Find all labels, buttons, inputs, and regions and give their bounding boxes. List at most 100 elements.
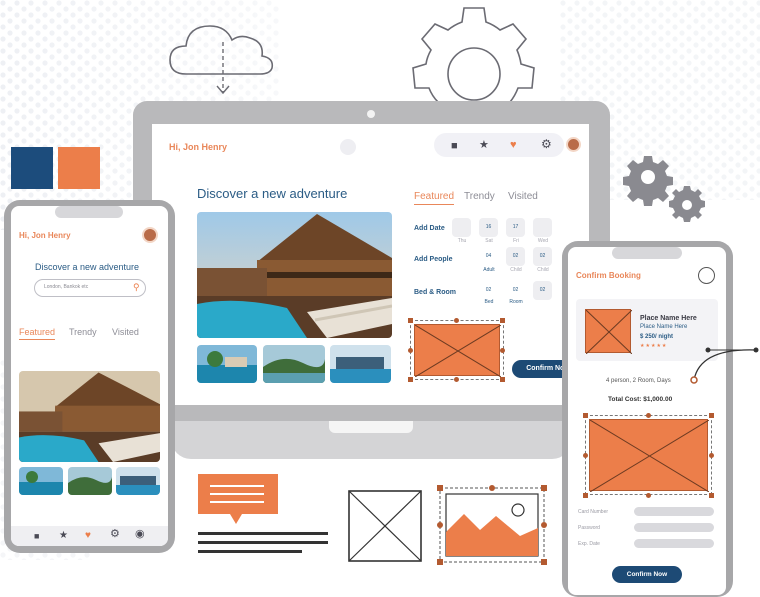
close-icon[interactable] [698,267,715,284]
place-name: Place Name Here [640,315,697,322]
image-placeholder [414,324,501,377]
resize-handle[interactable] [408,318,413,323]
card-number-label: Card Number [578,509,609,515]
resize-handle[interactable] [408,348,413,353]
bed-room-label: Bed & Room [414,289,456,296]
resize-handle[interactable] [500,348,505,353]
navy-color-swatch [11,147,53,189]
greeting: Hi, Jon Henry [19,231,71,240]
resize-handle[interactable] [454,318,459,323]
search-icon[interactable]: ⚲ [133,282,140,293]
image-icon [437,485,547,565]
laptop-trackpad-notch [329,421,413,433]
phone-notch [612,247,682,259]
room-chip[interactable]: 02 [533,281,552,300]
date-chip[interactable]: 16 [479,218,498,237]
resize-handle[interactable] [709,453,714,458]
room-chip[interactable]: 02 [506,281,525,300]
room-chip-caption: Room [509,299,523,305]
laptop-screen: Hi, Jon Henry ■ ★ ♥ ⚙ Discover a new adv… [152,124,589,405]
resize-handle[interactable] [500,318,505,323]
date-chip[interactable] [452,218,471,237]
date-chip-caption: Thu [457,238,467,244]
resize-handle[interactable] [500,377,505,382]
date-chip-caption: Sat [485,238,493,244]
resize-handle[interactable] [646,413,651,418]
booking-summary: 4 person, 2 Room, Days [606,378,671,384]
resize-handle[interactable] [709,413,714,418]
thumbnail-photo-2[interactable] [263,345,325,383]
settings-icon[interactable]: ⚙ [110,529,120,540]
exp-date-field[interactable] [634,539,714,548]
page-title: Discover a new adventure [35,262,140,272]
people-chip[interactable]: 02 [506,247,525,266]
place-price: $ 250/ night [640,334,674,340]
briefcase-icon[interactable]: ■ [34,531,39,542]
resize-handle[interactable] [709,493,714,498]
password-field[interactable] [634,523,714,532]
bezier-pen-path [690,347,759,384]
tab-featured[interactable]: Featured [414,191,455,205]
thumbnail-photo-2[interactable] [68,467,112,495]
settings-icon[interactable]: ⚙ [541,138,552,150]
user-icon[interactable]: ◉ [135,529,145,540]
resize-handle[interactable] [408,377,413,382]
tab-visited[interactable]: Visited [112,327,139,337]
cloud-download-icon [169,25,274,95]
confirm-now-button[interactable]: Confirm Now [612,566,682,583]
tab-featured[interactable]: Featured [19,327,56,340]
add-people-label: Add People [414,256,453,263]
date-chip[interactable]: 17 [506,218,525,237]
thumbnail-photo-3[interactable] [116,467,160,495]
tab-trendy[interactable]: Trendy [464,191,495,202]
tab-visited[interactable]: Visited [508,191,538,202]
resize-handle[interactable] [583,493,588,498]
text-line [198,550,302,553]
thumbnail-photo-1[interactable] [197,345,257,383]
rating-stars: ★★★★★ [640,343,668,349]
chat-bubble-icon [198,474,278,524]
search-placeholder: London, Bankok etc [44,284,89,290]
date-chip[interactable] [533,218,552,237]
resize-handle[interactable] [646,493,651,498]
text-line [198,541,328,544]
room-chip[interactable]: 02 [479,281,498,300]
greeting: Hi, Jon Henry [169,142,228,152]
gear-icon [412,7,535,103]
hero-photo [197,212,392,338]
resize-handle[interactable] [583,413,588,418]
star-icon[interactable]: ★ [479,140,489,151]
avatar[interactable] [566,137,581,152]
image-placeholder [589,419,709,492]
people-chip-caption: Adult [483,267,495,273]
phone-right-screen: Confirm Booking Place Name Here Place Na… [568,247,726,595]
avatar[interactable] [142,227,158,243]
phone-notch [55,206,123,218]
illustration-stage: Hi, Jon Henry ■ ★ ♥ ⚙ Discover a new adv… [0,0,760,597]
heart-icon[interactable]: ♥ [510,140,517,151]
star-icon[interactable]: ★ [59,530,68,541]
heart-icon[interactable]: ♥ [85,530,91,541]
people-chip-caption: Child [537,267,549,273]
tab-trendy[interactable]: Trendy [69,327,97,337]
people-chip[interactable]: 02 [533,247,552,266]
resize-handle[interactable] [454,377,459,382]
hero-photo [19,371,160,462]
text-line [198,532,328,535]
room-chip-caption: Bed [484,299,494,305]
card-number-field[interactable] [634,507,714,516]
exp-date-label: Exp. Date [578,541,600,547]
people-chip[interactable]: 04 [479,247,498,266]
add-date-label: Add Date [414,225,445,232]
briefcase-icon[interactable]: ■ [451,141,458,152]
date-chip-caption: Wed [537,238,549,244]
place-image-placeholder [585,309,632,354]
total-cost: Total Cost: $1,000.00 [608,396,673,403]
orange-color-swatch [58,147,100,189]
thumbnail-photo-1[interactable] [19,467,63,495]
resize-handle[interactable] [583,453,588,458]
thumbnail-photo-3[interactable] [330,345,391,383]
people-chip-caption: Child [510,267,522,273]
page-title: Discover a new adventure [197,186,348,201]
gears-icon [623,156,705,222]
